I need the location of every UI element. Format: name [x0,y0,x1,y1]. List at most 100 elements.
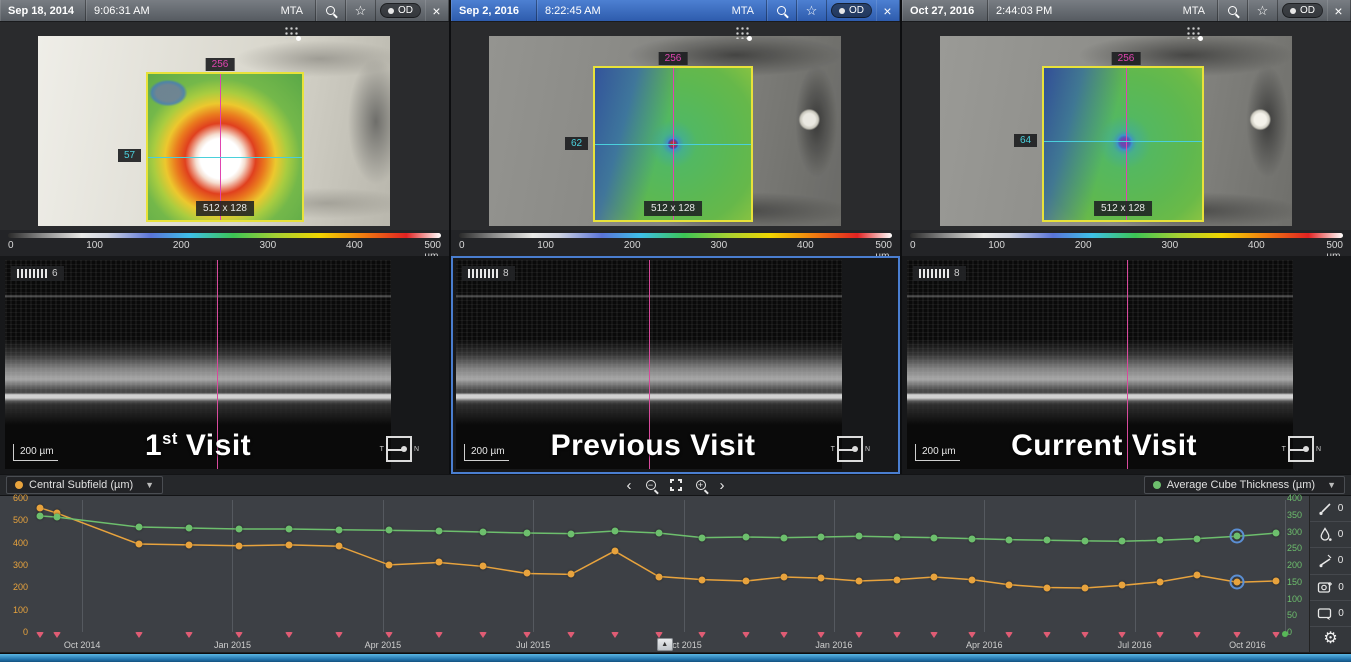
slice-navigator[interactable]: 6 [11,266,64,281]
fit-view-icon[interactable] [670,479,682,491]
data-point[interactable] [931,534,938,541]
data-point[interactable] [235,542,242,549]
data-point[interactable] [135,524,142,531]
eye-toggle[interactable]: OD [380,3,421,18]
data-point[interactable] [1006,536,1013,543]
data-point[interactable] [968,576,975,583]
data-point[interactable] [1156,537,1163,544]
data-point[interactable] [1081,537,1088,544]
thickness-map[interactable]: 512 x 128 [146,72,304,222]
visit-marker[interactable] [285,632,293,638]
visit-marker[interactable] [855,632,863,638]
bscan-image[interactable]: 6 200 µm 1stVisit [5,260,391,469]
next-visit-button[interactable]: › [720,478,725,493]
thickness-map[interactable]: 512 x 128 [1042,66,1204,222]
data-point[interactable] [1234,579,1241,586]
visit-marker[interactable] [698,632,706,638]
visit-marker[interactable] [1272,632,1280,638]
visit-marker[interactable] [930,632,938,638]
visit-marker[interactable] [780,632,788,638]
crosshair-vertical[interactable] [220,74,221,220]
visit-marker[interactable] [235,632,243,638]
data-point[interactable] [855,577,862,584]
crosshair-vertical[interactable] [1126,68,1127,220]
slice-navigator[interactable]: 8 [913,266,966,281]
bscan-image[interactable]: 8 200 µm Previous Visit [456,260,842,469]
data-point[interactable] [855,533,862,540]
visit-marker[interactable] [335,632,343,638]
visit-marker[interactable] [893,632,901,638]
thickness-map[interactable]: 512 x 128 [593,66,753,222]
visit-marker[interactable] [1156,632,1164,638]
data-point[interactable] [743,577,750,584]
visit-marker[interactable] [185,632,193,638]
data-point[interactable] [36,512,43,519]
data-point[interactable] [36,504,43,511]
data-point[interactable] [1273,577,1280,584]
data-point[interactable] [480,563,487,570]
grid-overlay-icon[interactable] [734,25,750,39]
visit-marker[interactable] [135,632,143,638]
data-point[interactable] [285,541,292,548]
data-point[interactable] [1006,581,1013,588]
visit-marker[interactable] [567,632,575,638]
visit-marker[interactable] [36,632,44,638]
data-point[interactable] [780,534,787,541]
data-point[interactable] [611,548,618,555]
data-point[interactable] [1234,533,1241,540]
data-point[interactable] [386,527,393,534]
bscan-image[interactable]: 8 200 µm Current Visit [907,260,1293,469]
star-icon[interactable]: ☆ [797,0,827,21]
search-icon[interactable] [316,0,346,21]
data-point[interactable] [523,570,530,577]
star-icon[interactable]: ☆ [346,0,376,21]
fundus-image[interactable]: 512 x 128 256 62 [489,36,841,226]
data-point[interactable] [893,533,900,540]
data-point[interactable] [523,530,530,537]
visit-marker[interactable] [53,632,61,638]
scroll-up-double-button[interactable]: ▲ [657,638,673,651]
data-point[interactable] [931,574,938,581]
eye-toggle[interactable]: OD [1282,3,1323,18]
crosshair-horizontal[interactable] [1044,141,1202,142]
droplet-tool[interactable]: 0 [1310,522,1351,548]
grid-overlay-icon[interactable] [283,25,299,39]
fundus-image[interactable]: 512 x 128 256 57 [38,36,390,226]
visit-marker[interactable] [1005,632,1013,638]
data-point[interactable] [185,541,192,548]
data-point[interactable] [655,530,662,537]
data-point[interactable] [611,528,618,535]
frame-export-tool[interactable]: 0 [1310,601,1351,627]
data-point[interactable] [1081,585,1088,592]
data-point[interactable] [135,541,142,548]
data-point[interactable] [335,526,342,533]
data-point[interactable] [54,514,61,521]
data-point[interactable] [1273,530,1280,537]
data-point[interactable] [780,574,787,581]
zoom-in-icon[interactable]: + [696,480,706,490]
orientation-icon[interactable]: T N [380,436,419,462]
data-point[interactable] [480,529,487,536]
trend-plot[interactable] [32,500,1285,632]
data-point[interactable] [655,573,662,580]
data-point[interactable] [699,576,706,583]
data-point[interactable] [818,533,825,540]
data-point[interactable] [335,543,342,550]
fundus-image[interactable]: 512 x 128 256 64 [940,36,1292,226]
visit-marker[interactable] [435,632,443,638]
data-point[interactable] [968,535,975,542]
search-icon[interactable] [1218,0,1248,21]
injection-pen-alt-tool[interactable]: 0 [1310,548,1351,574]
orientation-icon[interactable]: T N [831,436,870,462]
eye-toggle[interactable]: OD [831,3,872,18]
data-point[interactable] [1194,535,1201,542]
visit-marker[interactable] [968,632,976,638]
data-point[interactable] [743,533,750,540]
legend-average-cube[interactable]: Average Cube Thickness (µm) ▼ [1144,476,1345,494]
data-point[interactable] [567,571,574,578]
data-point[interactable] [436,528,443,535]
data-point[interactable] [386,561,393,568]
orientation-icon[interactable]: T N [1282,436,1321,462]
camera-add-tool[interactable]: 0 [1310,575,1351,601]
data-point[interactable] [1043,584,1050,591]
